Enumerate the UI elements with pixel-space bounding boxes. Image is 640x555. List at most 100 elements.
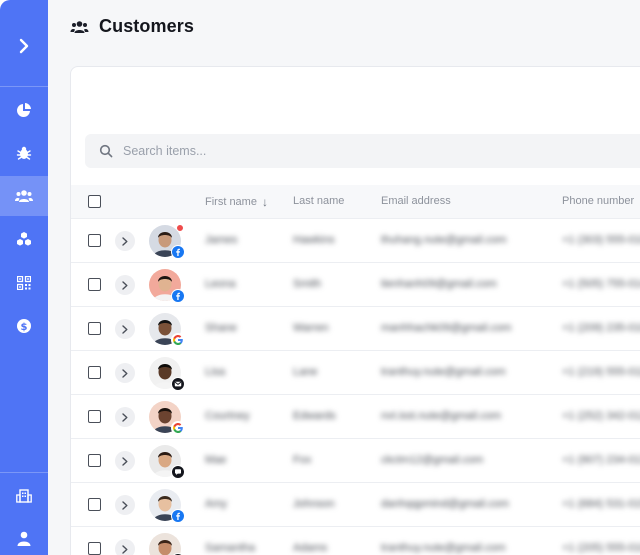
source-badge [171,245,185,259]
table-row[interactable]: Mae Fox ckctm12@gmail.com +1 (907) 234-0130 [71,439,640,483]
table-row[interactable]: Amy Johnson danhqqpmind@gmail.com +1 (684) … [71,483,640,527]
chevron-right-icon [122,412,128,422]
row-expand-button[interactable] [115,319,135,339]
cell-email: tienhanh09@gmail.com [381,278,497,290]
cell-last-name: Adams [293,542,328,554]
avatar[interactable] [149,445,185,479]
building-icon [16,489,32,503]
customer-table-body: James Hawkins thuhang.nute@gmail.com +1 (30… [71,219,640,555]
qr-code-icon [17,276,31,290]
row-checkbox[interactable] [88,322,101,335]
chevron-right-icon [122,280,128,290]
sidebar-item-billing[interactable]: $ [0,306,48,346]
cell-last-name: Fox [293,454,312,466]
avatar[interactable] [149,489,185,523]
avatar[interactable] [149,224,185,259]
cell-email: nvt.isst.nute@gmail.com [381,410,501,422]
pie-chart-icon [17,103,31,117]
table-header: First name ↓ Last name Email address Pho… [71,185,640,219]
cell-last-name: Lane [293,366,318,378]
page-title: Customers [99,16,194,36]
cell-email: tranthuy.nute@gmail.com [381,542,506,554]
row-expand-button[interactable] [115,275,135,295]
search-bar[interactable] [85,134,640,168]
chevron-right-icon [122,324,128,334]
source-badge [171,509,185,523]
facebook-icon [172,510,184,522]
row-checkbox[interactable] [88,410,101,423]
chevron-right-icon [122,236,128,246]
column-header-email[interactable]: Email address [381,195,451,207]
cell-phone: +1 (205) 555-0100 [562,542,640,554]
cell-email: danhqqpmind@gmail.com [381,498,509,510]
sidebar-item-qr[interactable] [0,263,48,303]
source-badge [171,421,185,435]
cell-first-name: Lisa [205,366,226,378]
row-expand-button[interactable] [115,539,135,555]
row-checkbox[interactable] [88,454,101,467]
google-icon [173,335,183,345]
customers-card: First name ↓ Last name Email address Pho… [70,66,640,555]
sidebar-item-products[interactable] [0,219,48,259]
cell-phone: +1 (252) 342-0126 [562,410,640,422]
search-input[interactable] [123,144,523,158]
source-badge [171,289,185,303]
google-icon [173,423,183,433]
cell-last-name: Warren [293,322,329,334]
row-expand-button[interactable] [115,231,135,251]
table-row[interactable]: Shane Warren manhhachk09@gmail.com +1 (209)… [71,307,640,351]
cell-last-name: Edwards [293,410,336,422]
table-row[interactable]: Samantha Adams tranthuy.nute@gmail.com +1 (… [71,527,640,555]
sidebar-item-customers[interactable] [0,176,48,216]
source-badge [171,333,185,347]
cell-last-name: Hawkins [293,234,335,246]
cubes-icon [17,232,31,246]
avatar[interactable] [149,401,185,435]
sidebar-expand-button[interactable] [0,26,48,66]
row-checkbox[interactable] [88,498,101,511]
sidebar-item-issues[interactable] [0,133,48,173]
table-row[interactable]: Lisa Lane tranthuy.nute@gmail.com +1 (219) … [71,351,640,395]
cell-first-name: James [205,234,238,246]
cell-phone: +1 (303) 555-0105 [562,234,640,246]
avatar[interactable] [149,357,185,391]
chat-icon [172,466,184,478]
avatar[interactable] [149,269,185,303]
row-checkbox[interactable] [88,366,101,379]
cell-first-name: Amy [205,498,227,510]
cell-phone: +1 (219) 555-0114 [562,366,640,378]
select-all-checkbox[interactable] [88,195,101,208]
dollar-icon: $ [17,319,31,333]
table-row[interactable]: Leona Smith tienhanh09@gmail.com +1 (505) 7… [71,263,640,307]
table-row[interactable]: Courtney Edwards nvt.isst.nute@gmail.com +1… [71,395,640,439]
column-header-first-name[interactable]: First name ↓ [205,195,268,209]
column-header-last-name[interactable]: Last name [293,195,344,207]
sidebar-item-profile[interactable] [0,518,48,555]
row-checkbox[interactable] [88,234,101,247]
row-checkbox[interactable] [88,542,101,555]
cell-phone: +1 (209) 235-0101 [562,322,640,334]
row-expand-button[interactable] [115,451,135,471]
table-row[interactable]: James Hawkins thuhang.nute@gmail.com +1 (30… [71,219,640,263]
online-status-indicator [176,224,184,232]
column-header-phone[interactable]: Phone number [562,195,634,207]
row-expand-button[interactable] [115,495,135,515]
avatar[interactable] [149,313,185,347]
facebook-icon [172,290,184,302]
sidebar-item-dashboard[interactable] [0,90,48,130]
avatar[interactable] [149,533,185,555]
cell-last-name: Johnson [293,498,335,510]
chevron-right-icon [122,368,128,378]
bug-icon [16,146,32,160]
email-icon [172,378,184,390]
page-header: Customers [70,16,194,37]
users-icon [15,190,33,202]
cell-email: tranthuy.nute@gmail.com [381,366,506,378]
cell-first-name: Leona [205,278,236,290]
sidebar-item-organization[interactable] [0,476,48,516]
cell-email: ckctm12@gmail.com [381,454,484,466]
source-badge [171,377,185,391]
row-expand-button[interactable] [115,363,135,383]
row-expand-button[interactable] [115,407,135,427]
row-checkbox[interactable] [88,278,101,291]
